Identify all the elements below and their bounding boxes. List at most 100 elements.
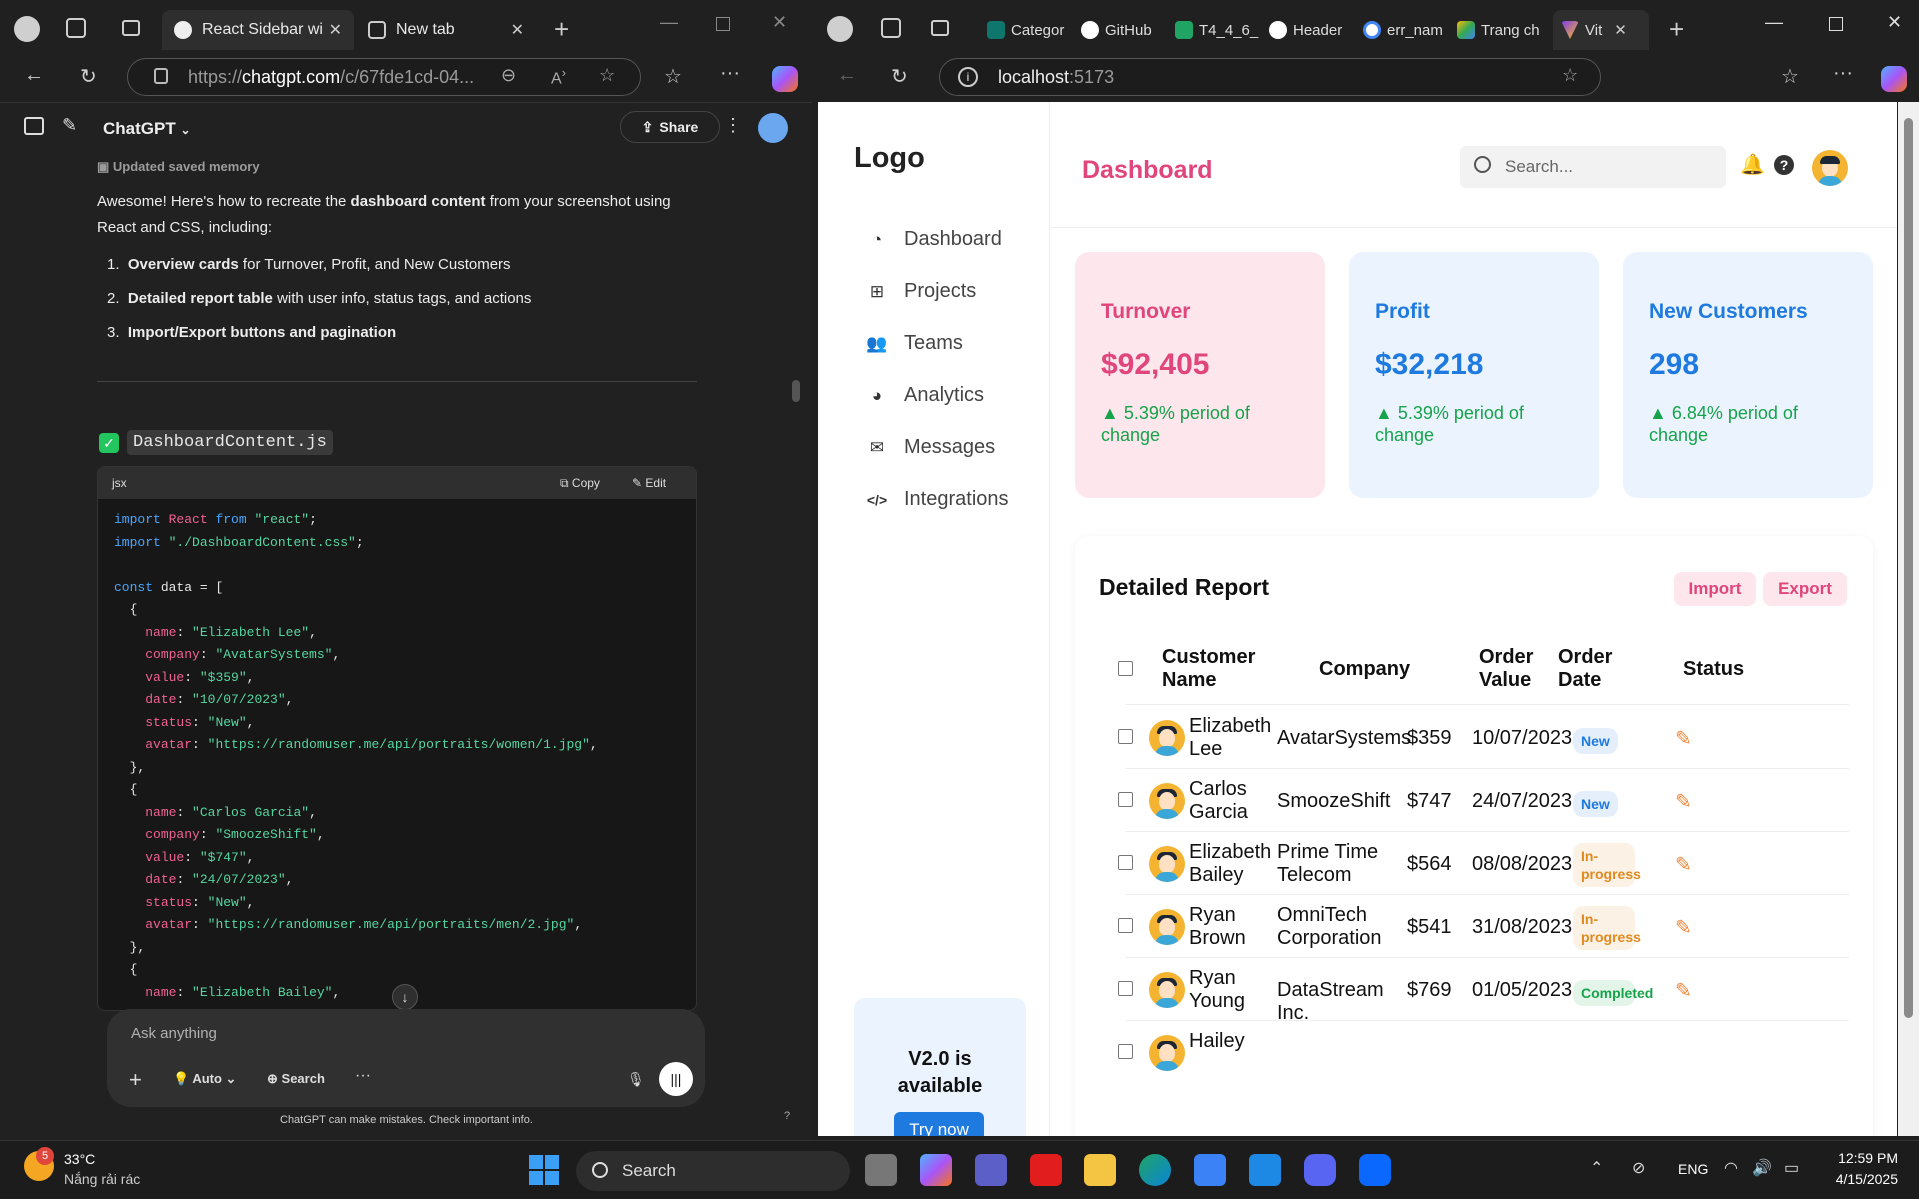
copy-button[interactable]: ⧉ Copy	[560, 476, 600, 491]
column-header-customer[interactable]: Customer Name	[1162, 646, 1282, 692]
favorites-icon[interactable]: ☆	[1781, 64, 1799, 89]
tab-new-tab[interactable]: New tab ✕	[356, 10, 536, 50]
user-avatar[interactable]	[758, 113, 788, 143]
copilot-app-icon[interactable]	[920, 1154, 952, 1186]
column-header-order-date[interactable]: Order Date	[1558, 646, 1618, 692]
row-checkbox[interactable]	[1118, 792, 1133, 807]
edit-pencil-icon[interactable]: ✎	[1675, 978, 1692, 1003]
zalo-icon[interactable]	[1359, 1154, 1391, 1186]
file-explorer-icon[interactable]	[1084, 1154, 1116, 1186]
export-button[interactable]: Export	[1763, 572, 1847, 606]
copilot-icon[interactable]	[772, 66, 798, 92]
discord-icon[interactable]	[1304, 1154, 1336, 1186]
back-arrow-icon[interactable]: ←	[24, 64, 44, 87]
tab-category[interactable]: Categor	[979, 10, 1071, 50]
back-arrow-icon[interactable]: ←	[837, 64, 857, 87]
new-chat-icon[interactable]: ✎	[62, 115, 77, 136]
sidebar-item-messages[interactable]: ✉ Messages	[866, 436, 995, 459]
search-button[interactable]: ⊕ Search	[267, 1071, 325, 1087]
table-row[interactable]: Ryan Young DataStream Inc. $769 01/05/2023 C…	[1075, 958, 1873, 1024]
edge-icon[interactable]	[1139, 1154, 1171, 1186]
workspaces-icon[interactable]	[881, 18, 901, 38]
read-aloud-icon[interactable]: A›	[551, 65, 566, 88]
close-window-icon[interactable]: ✕	[772, 12, 787, 33]
scroll-down-icon[interactable]: ↓	[392, 984, 418, 1010]
more-tools-icon[interactable]: ···	[355, 1067, 371, 1085]
close-window-icon[interactable]: ✕	[1887, 12, 1902, 33]
weather-temp[interactable]: 33°C	[64, 1151, 95, 1167]
sidebar-toggle-icon[interactable]	[24, 117, 44, 135]
share-button[interactable]: ⇪ Share	[620, 111, 720, 143]
minimize-icon[interactable]: —	[1765, 12, 1783, 33]
favorite-star-icon[interactable]: ☆	[1562, 65, 1578, 86]
tab-github[interactable]: GitHub	[1073, 10, 1165, 50]
maximize-icon[interactable]	[1829, 17, 1843, 31]
try-now-button[interactable]: Try now	[894, 1112, 984, 1136]
zoom-out-icon[interactable]: ⊖	[501, 65, 516, 86]
help-icon[interactable]: ?	[784, 1110, 790, 1122]
scrollbar-thumb[interactable]	[792, 380, 800, 402]
sidebar-item-integrations[interactable]: </> Integrations	[866, 488, 1009, 511]
maximize-icon[interactable]	[716, 17, 730, 31]
table-row[interactable]: Hailey	[1075, 1021, 1873, 1084]
tab-t4[interactable]: T4_4_6_	[1167, 10, 1259, 50]
more-menu-icon[interactable]: ···	[1833, 62, 1853, 85]
favorite-star-icon[interactable]: ☆	[599, 65, 615, 86]
table-row[interactable]: Elizabeth Bailey Prime Time Telecom $564 08…	[1075, 832, 1873, 895]
close-tab-icon[interactable]: ✕	[511, 20, 524, 40]
tab-trang-chu[interactable]: Trang ch	[1449, 10, 1541, 50]
workspaces-icon[interactable]	[66, 18, 86, 38]
search-box[interactable]: Search...	[1460, 146, 1726, 188]
attach-plus-icon[interactable]: +	[129, 1067, 142, 1093]
row-checkbox[interactable]	[1118, 1044, 1133, 1059]
table-row[interactable]: Ryan Brown OmniTech Corporation $541 31/08/…	[1075, 895, 1873, 958]
sidebar-item-teams[interactable]: 👥 Teams	[866, 332, 963, 355]
table-row[interactable]: Carlos Garcia SmoozeShift $747 24/07/2023 Ne…	[1075, 769, 1873, 832]
wifi-icon[interactable]: ◠	[1724, 1158, 1738, 1178]
tab-vite[interactable]: Vit ✕	[1553, 10, 1649, 50]
vscode-icon[interactable]	[1249, 1154, 1281, 1186]
task-view-icon[interactable]	[865, 1154, 897, 1186]
teams-icon[interactable]	[975, 1154, 1007, 1186]
address-bar[interactable]: https://chatgpt.com/c/67fde1cd-04... ⊖ A…	[127, 58, 641, 96]
profile-icon[interactable]	[827, 16, 853, 42]
model-selector[interactable]: ChatGPT ⌄	[103, 119, 191, 139]
sidebar-item-analytics[interactable]: ◕ Analytics	[866, 384, 984, 407]
site-info-icon[interactable]: i	[958, 67, 978, 87]
help-icon[interactable]: ?	[1774, 155, 1794, 175]
scrollbar-thumb[interactable]	[1904, 118, 1913, 1018]
auto-mode-button[interactable]: 💡 Auto ⌄	[173, 1071, 236, 1087]
search-input[interactable]: Search...	[1505, 157, 1573, 177]
tab-actions-icon[interactable]	[931, 20, 949, 36]
tab-err-name[interactable]: err_nam	[1355, 10, 1447, 50]
edit-button[interactable]: ✎ Edit	[632, 476, 666, 490]
refresh-icon[interactable]: ↻	[891, 64, 908, 89]
tray-chevron-up-icon[interactable]: ⌃	[1590, 1158, 1603, 1178]
close-tab-icon[interactable]: ✕	[1614, 21, 1627, 39]
profile-icon[interactable]	[14, 16, 40, 42]
row-checkbox[interactable]	[1118, 729, 1133, 744]
tab-react-sidebar[interactable]: React Sidebar wi ✕	[162, 10, 354, 50]
sidebar-item-dashboard[interactable]: ◔ Dashboard	[866, 228, 1002, 251]
address-bar[interactable]: i localhost:5173 ☆	[939, 58, 1601, 96]
column-header-company[interactable]: Company	[1319, 658, 1410, 681]
tab-actions-icon[interactable]	[122, 20, 140, 36]
clock-time[interactable]: 12:59 PM	[1828, 1150, 1898, 1166]
import-button[interactable]: Import	[1674, 572, 1756, 606]
edit-pencil-icon[interactable]: ✎	[1675, 726, 1692, 751]
bell-icon[interactable]: 🔔	[1740, 152, 1765, 177]
row-checkbox[interactable]	[1118, 918, 1133, 933]
page-scrollbar[interactable]	[1898, 102, 1919, 1136]
store-icon[interactable]	[1194, 1154, 1226, 1186]
edit-pencil-icon[interactable]: ✎	[1675, 852, 1692, 877]
edit-pencil-icon[interactable]: ✎	[1675, 789, 1692, 814]
taskbar-search[interactable]: Search	[576, 1151, 850, 1191]
language-indicator[interactable]: ENG	[1678, 1161, 1708, 1177]
weather-desc[interactable]: Nắng rải rác	[64, 1171, 140, 1187]
table-row[interactable]: Elizabeth Lee AvatarSystems $359 10/07/2023…	[1075, 706, 1873, 769]
refresh-icon[interactable]: ↻	[80, 64, 97, 89]
voice-mode-icon[interactable]: |||	[659, 1062, 693, 1096]
row-checkbox[interactable]	[1118, 981, 1133, 996]
edit-pencil-icon[interactable]: ✎	[1675, 915, 1692, 940]
volume-icon[interactable]: 🔊	[1752, 1158, 1772, 1178]
